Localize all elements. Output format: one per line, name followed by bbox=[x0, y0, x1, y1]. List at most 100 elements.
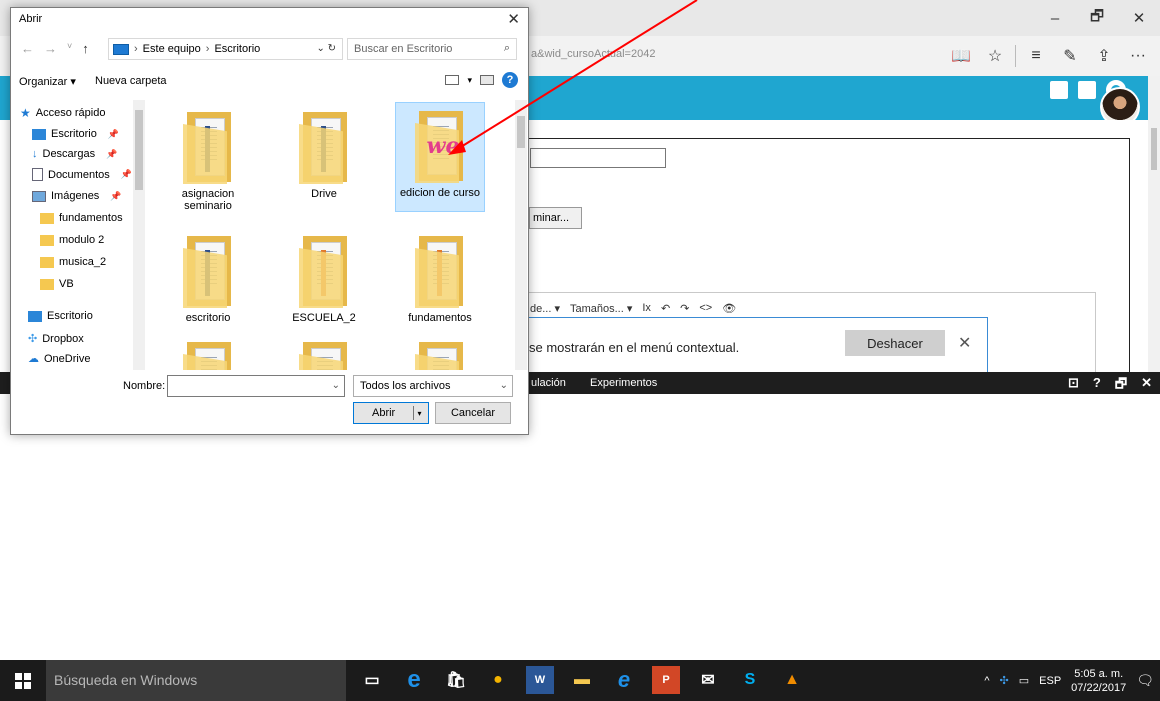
share-icon[interactable]: ⇪ bbox=[1090, 44, 1118, 68]
nav-item-desktop[interactable]: Escritorio 📌 bbox=[32, 128, 119, 140]
nav-item-label: VB bbox=[59, 278, 74, 290]
file-type-select[interactable]: Todos los archivos ⌄ bbox=[353, 375, 513, 397]
ie-icon[interactable]: e bbox=[610, 666, 638, 694]
browser-url[interactable]: a&wid_cursoActual=2042 bbox=[531, 48, 655, 60]
nav-item-dropbox[interactable]: ✣ Dropbox bbox=[28, 332, 84, 346]
source-code-icon[interactable]: <> bbox=[699, 302, 712, 315]
skype-icon[interactable]: S bbox=[736, 666, 764, 694]
help-icon[interactable]: ? bbox=[502, 72, 518, 88]
cancel-button[interactable]: Cancelar bbox=[435, 402, 511, 424]
redo-icon[interactable]: ↷ bbox=[680, 302, 689, 315]
files-scroll-thumb[interactable] bbox=[517, 116, 525, 148]
nav-item-folder[interactable]: fundamentos bbox=[40, 212, 123, 224]
file-label: Drive bbox=[311, 188, 337, 200]
nav-arrows: ← → ˅ ↑ bbox=[21, 41, 89, 56]
organize-button[interactable]: Organizar ▾ bbox=[19, 75, 76, 88]
file-item[interactable]: Drive bbox=[279, 104, 369, 214]
nav-item-quick-access[interactable]: ★ Acceso rápido bbox=[20, 106, 105, 120]
tray-caret-icon[interactable]: ^ bbox=[984, 675, 989, 687]
nav-item-pictures[interactable]: Imágenes 📌 bbox=[32, 190, 122, 202]
store-icon[interactable]: 🛍 bbox=[442, 666, 470, 694]
chevron-down-icon[interactable]: ˅ bbox=[67, 41, 72, 56]
course-text-field[interactable] bbox=[530, 148, 666, 168]
explorer-icon[interactable]: ▬ bbox=[568, 666, 596, 694]
file-item[interactable]: ESCUELA_2 bbox=[279, 228, 369, 338]
clock[interactable]: 5:05 a. m. 07/22/2017 bbox=[1071, 667, 1126, 695]
minimize-icon[interactable]: – bbox=[1034, 0, 1076, 36]
task-view-icon[interactable]: ▭ bbox=[358, 666, 386, 694]
restore-icon[interactable]: 🗗 bbox=[1076, 0, 1118, 36]
undo-button[interactable]: Deshacer bbox=[845, 330, 945, 356]
nav-item-folder[interactable]: modulo 2 bbox=[40, 234, 104, 246]
file-item[interactable] bbox=[395, 334, 485, 370]
file-item[interactable]: escritorio bbox=[163, 228, 253, 338]
reading-view-icon[interactable]: 📖 bbox=[947, 44, 975, 68]
nav-item-onedrive[interactable]: ☁ OneDrive bbox=[28, 352, 90, 366]
file-item[interactable] bbox=[163, 334, 253, 370]
change-view-icon[interactable] bbox=[445, 75, 460, 85]
notification-close-icon[interactable]: ✕ bbox=[958, 333, 971, 353]
mail-icon[interactable]: ✉ bbox=[694, 666, 722, 694]
powerpoint-icon[interactable]: P bbox=[652, 666, 680, 694]
open-split-dropdown-icon[interactable]: ▾ bbox=[413, 406, 425, 420]
nav-scroll-thumb[interactable] bbox=[135, 110, 143, 190]
folder-icon bbox=[413, 236, 467, 308]
preview-pane-icon[interactable] bbox=[480, 75, 494, 85]
edge-icon[interactable]: e bbox=[400, 666, 428, 694]
undo-icon[interactable]: ↶ bbox=[661, 302, 670, 315]
nav-item-folder[interactable]: VB bbox=[40, 278, 74, 290]
word-icon[interactable]: W bbox=[526, 666, 554, 694]
breadcrumb-item[interactable]: Escritorio bbox=[214, 43, 260, 55]
chevron-down-icon[interactable]: ⌄ bbox=[332, 380, 340, 391]
breadcrumb-item[interactable]: Este equipo bbox=[143, 43, 201, 55]
notes-pen-icon[interactable]: ✎ bbox=[1056, 44, 1084, 68]
open-button[interactable]: Abrir ▾ bbox=[353, 402, 429, 424]
preview-eye-icon[interactable]: 👁 bbox=[722, 302, 736, 315]
nav-item-documents[interactable]: Documentos 📌 bbox=[32, 168, 132, 181]
language-indicator[interactable]: ESP bbox=[1039, 675, 1061, 687]
eliminar-button[interactable]: minar... bbox=[529, 207, 582, 229]
file-item[interactable] bbox=[279, 334, 369, 370]
size-dropdown[interactable]: Tamaños... ▾ bbox=[570, 302, 632, 315]
clear-format-icon[interactable]: Ix bbox=[642, 302, 651, 315]
new-folder-button[interactable]: Nueva carpeta bbox=[95, 75, 167, 87]
page-scrollbar[interactable] bbox=[1148, 76, 1160, 372]
forward-arrow-icon[interactable]: → bbox=[44, 41, 57, 56]
action-center-icon[interactable]: 🗨 bbox=[1136, 672, 1154, 689]
hub-icon[interactable]: ≡ bbox=[1022, 44, 1050, 68]
files-pane-scrollbar[interactable] bbox=[515, 100, 527, 370]
taskbar-search[interactable]: Búsqueda en Windows bbox=[46, 660, 346, 701]
view-dropdown-icon[interactable]: ▾ bbox=[467, 75, 472, 86]
dropbox-tray-icon[interactable]: ✣ bbox=[1000, 674, 1009, 687]
devtools-tab-experiments[interactable]: Experimentos bbox=[590, 377, 657, 389]
dialog-search-input[interactable]: Buscar en Escritorio ⌕ bbox=[347, 38, 517, 60]
file-item[interactable]: fundamentos bbox=[395, 228, 485, 338]
close-icon[interactable]: ✕ bbox=[1118, 0, 1160, 36]
folder-icon bbox=[181, 112, 235, 184]
filename-input[interactable]: ⌄ bbox=[167, 375, 345, 397]
nav-item-folder[interactable]: musica_2 bbox=[40, 256, 106, 268]
dialog-close-icon[interactable]: ✕ bbox=[507, 10, 520, 28]
dialog-toolbar: Organizar ▾ Nueva carpeta ▾ ? bbox=[11, 70, 528, 94]
windows-start-button[interactable] bbox=[0, 660, 46, 701]
battery-icon[interactable]: ▭ bbox=[1019, 674, 1029, 687]
file-item-selected[interactable]: we edicion de curso bbox=[395, 102, 485, 212]
up-arrow-icon[interactable]: ↑ bbox=[82, 41, 89, 56]
font-dropdown[interactable]: de... ▾ bbox=[530, 302, 560, 315]
folder-icon: we bbox=[413, 111, 467, 183]
chrome-icon[interactable]: ● bbox=[484, 666, 512, 694]
favorite-star-icon[interactable]: ☆ bbox=[981, 44, 1009, 68]
nav-item-downloads[interactable]: ↓ Descargas 📌 bbox=[32, 148, 117, 160]
file-item[interactable]: asignacion seminario bbox=[163, 104, 253, 214]
vlc-icon[interactable]: ▲ bbox=[778, 666, 806, 694]
address-dropdown-icon[interactable]: ⌄ ↻ bbox=[316, 43, 336, 54]
nav-item-desktop-root[interactable]: Escritorio bbox=[28, 310, 93, 322]
devtools-tab-emulation[interactable]: ulación bbox=[531, 377, 566, 389]
dialog-address-box[interactable]: › Este equipo › Escritorio ⌄ ↻ bbox=[108, 38, 343, 60]
briefcase-icon[interactable] bbox=[1078, 81, 1096, 99]
book-icon[interactable] bbox=[1050, 81, 1068, 99]
nav-pane-scrollbar[interactable] bbox=[133, 100, 145, 370]
page-scroll-thumb[interactable] bbox=[1151, 128, 1157, 170]
more-icon[interactable]: ··· bbox=[1124, 44, 1152, 68]
back-arrow-icon[interactable]: ← bbox=[21, 41, 34, 56]
